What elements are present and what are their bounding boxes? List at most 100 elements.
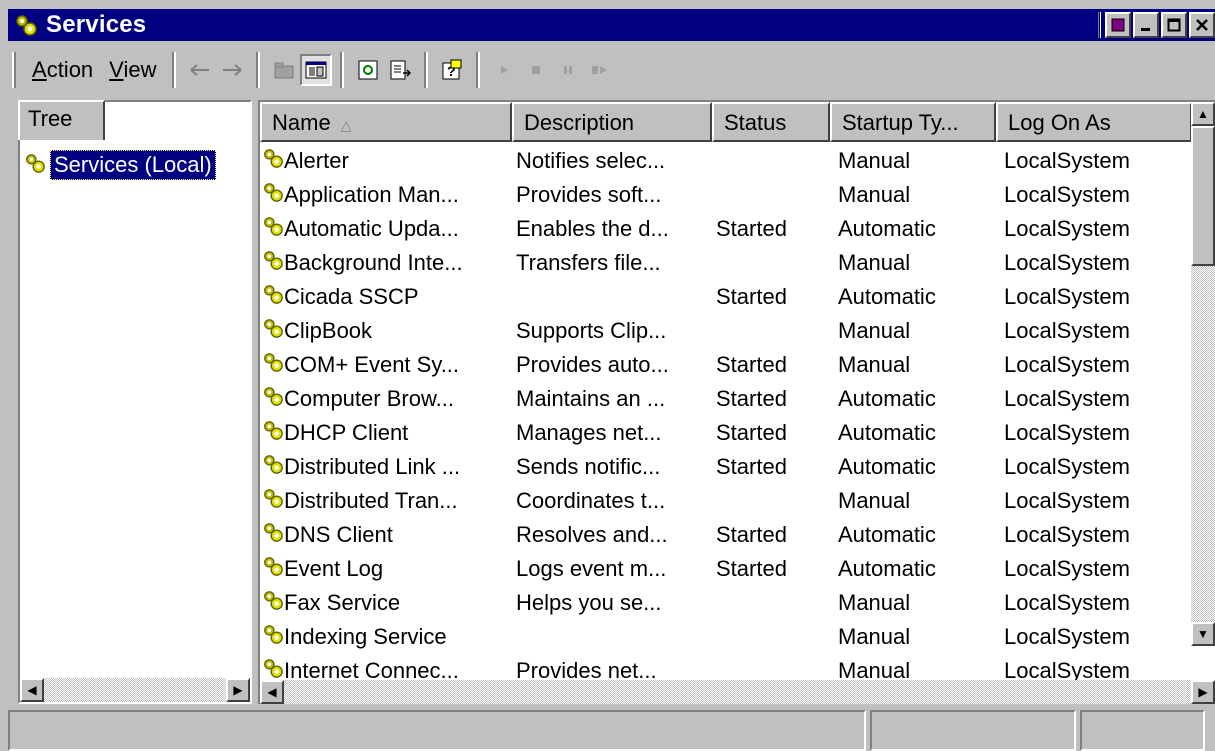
menu-view[interactable]: View [101, 57, 164, 83]
scroll-right-button[interactable]: ▶ [1191, 680, 1215, 704]
column-header-description[interactable]: Description [512, 102, 712, 142]
cell-name: Computer Brow... [260, 385, 512, 413]
scroll-right-button[interactable]: ▶ [226, 678, 250, 702]
stop-service-icon[interactable] [520, 54, 552, 86]
cell-startup-type: Automatic [838, 454, 936, 479]
maximize-button[interactable] [1161, 12, 1187, 38]
tree-horizontal-scrollbar[interactable]: ◀ ▶ [20, 678, 250, 702]
scroll-left-button[interactable]: ◀ [260, 680, 284, 704]
cell-name: Event Log [260, 555, 512, 583]
tree-item-services-local[interactable]: Services (Local) [24, 150, 216, 180]
table-row[interactable]: Background Inte... Transfers file... Manua… [260, 246, 1186, 280]
cell-name: Distributed Tran... [260, 487, 512, 515]
cell-log-on-as: LocalSystem [1004, 284, 1130, 309]
minimize-button[interactable] [1133, 12, 1159, 38]
column-header-status[interactable]: Status [712, 102, 830, 142]
cell-log-on-as: LocalSystem [1004, 182, 1130, 207]
table-row[interactable]: Computer Brow... Maintains an ... Started A… [260, 382, 1186, 416]
service-name: Alerter [284, 148, 349, 173]
service-name: Distributed Link ... [284, 454, 461, 479]
service-gear-icon [262, 487, 284, 515]
tab-tree[interactable]: Tree [18, 100, 105, 140]
cell-status: Started [716, 216, 787, 241]
cell-log-on-as: LocalSystem [1004, 624, 1130, 649]
service-name: DNS Client [284, 522, 393, 547]
cell-name: Cicada SSCP [260, 283, 512, 311]
list-vertical-scrollbar[interactable]: ▲ ▼ [1191, 102, 1215, 646]
toolbar-separator-4 [424, 52, 429, 88]
pause-service-icon[interactable] [552, 54, 584, 86]
export-list-icon[interactable] [384, 54, 416, 86]
cell-status: Started [716, 386, 787, 411]
scroll-up-button[interactable]: ▲ [1191, 102, 1215, 126]
table-row[interactable]: Indexing Service Manual LocalSystem [260, 620, 1186, 654]
scroll-down-button[interactable]: ▼ [1191, 622, 1215, 646]
toolbar-separator-3 [340, 52, 345, 88]
table-row[interactable]: COM+ Event Sy... Provides auto... Started M… [260, 348, 1186, 382]
table-row[interactable]: DHCP Client Manages net... Started Automati… [260, 416, 1186, 450]
table-row[interactable]: Distributed Tran... Coordinates t... Manua… [260, 484, 1186, 518]
list-horizontal-scrollbar[interactable]: ◀ ▶ [260, 680, 1215, 704]
service-name: COM+ Event Sy... [284, 352, 460, 377]
cell-startup-type: Manual [838, 488, 911, 513]
close-button[interactable] [1189, 12, 1215, 38]
table-row[interactable]: Application Man... Provides soft... Manual… [260, 178, 1186, 212]
service-gear-icon [262, 589, 284, 617]
column-header-name[interactable]: Name △ [260, 102, 512, 142]
service-name: Indexing Service [284, 624, 447, 649]
system-menu-button[interactable] [1105, 12, 1131, 38]
table-row[interactable]: DNS Client Resolves and... Started Automati… [260, 518, 1186, 552]
cell-status: Started [716, 454, 787, 479]
service-gear-icon [262, 249, 284, 277]
table-row[interactable]: Distributed Link ... Sends notific... Star… [260, 450, 1186, 484]
service-rows: Alerter Notifies selec... Manual LocalSyste… [260, 144, 1186, 688]
cell-log-on-as: LocalSystem [1004, 590, 1130, 615]
service-name: Background Inte... [284, 250, 463, 275]
up-folder-icon[interactable] [268, 54, 300, 86]
toolbar-separator-5 [476, 52, 481, 88]
back-arrow-icon[interactable] [184, 54, 216, 86]
cell-description: Manages net... [516, 420, 662, 445]
cell-description: Enables the d... [516, 216, 669, 241]
forward-arrow-icon[interactable] [216, 54, 248, 86]
service-gear-icon [262, 555, 284, 583]
restart-service-icon[interactable] [584, 54, 616, 86]
column-header-log-on-as[interactable]: Log On As [996, 102, 1192, 142]
status-panel-main [8, 710, 866, 751]
cell-startup-type: Manual [838, 318, 911, 343]
table-row[interactable]: Alerter Notifies selec... Manual LocalSyste… [260, 144, 1186, 178]
menu-toolbar: Action View ? [8, 47, 1215, 93]
cell-status: Started [716, 556, 787, 581]
cell-name: ClipBook [260, 317, 512, 345]
column-header-startup-type[interactable]: Startup Ty... [830, 102, 996, 142]
table-row[interactable]: Automatic Upda... Enables the d... Started… [260, 212, 1186, 246]
title-separator [1098, 12, 1101, 38]
cell-description: Provides auto... [516, 352, 669, 377]
cell-status: Started [716, 352, 787, 377]
service-gear-icon [262, 453, 284, 481]
table-row[interactable]: Fax Service Helps you se... Manual LocalSys… [260, 586, 1186, 620]
cell-description: Notifies selec... [516, 148, 666, 173]
cell-description: Provides soft... [516, 182, 662, 207]
show-hide-tree-icon[interactable] [300, 54, 333, 86]
cell-name: Automatic Upda... [260, 215, 512, 243]
table-row[interactable]: Event Log Logs event m... Started Automatic… [260, 552, 1186, 586]
cell-name: Background Inte... [260, 249, 512, 277]
cell-name: DHCP Client [260, 419, 512, 447]
cell-startup-type: Manual [838, 182, 911, 207]
table-row[interactable]: Cicada SSCP Started Automatic LocalSystem [260, 280, 1186, 314]
refresh-icon[interactable] [352, 54, 384, 86]
start-service-icon[interactable] [488, 54, 520, 86]
title-bar[interactable]: Services [8, 9, 1215, 41]
cell-description: Supports Clip... [516, 318, 667, 343]
help-icon[interactable]: ? [436, 54, 468, 86]
menu-grip[interactable] [12, 52, 16, 88]
cell-name: Indexing Service [260, 623, 512, 651]
scroll-thumb[interactable] [1191, 126, 1215, 266]
menu-action[interactable]: Action [24, 57, 101, 83]
cell-description: Coordinates t... [516, 488, 666, 513]
cell-status: Started [716, 284, 787, 309]
column-header-name-label: Name [272, 110, 331, 135]
scroll-left-button[interactable]: ◀ [20, 678, 44, 702]
table-row[interactable]: ClipBook Supports Clip... Manual LocalSyste… [260, 314, 1186, 348]
